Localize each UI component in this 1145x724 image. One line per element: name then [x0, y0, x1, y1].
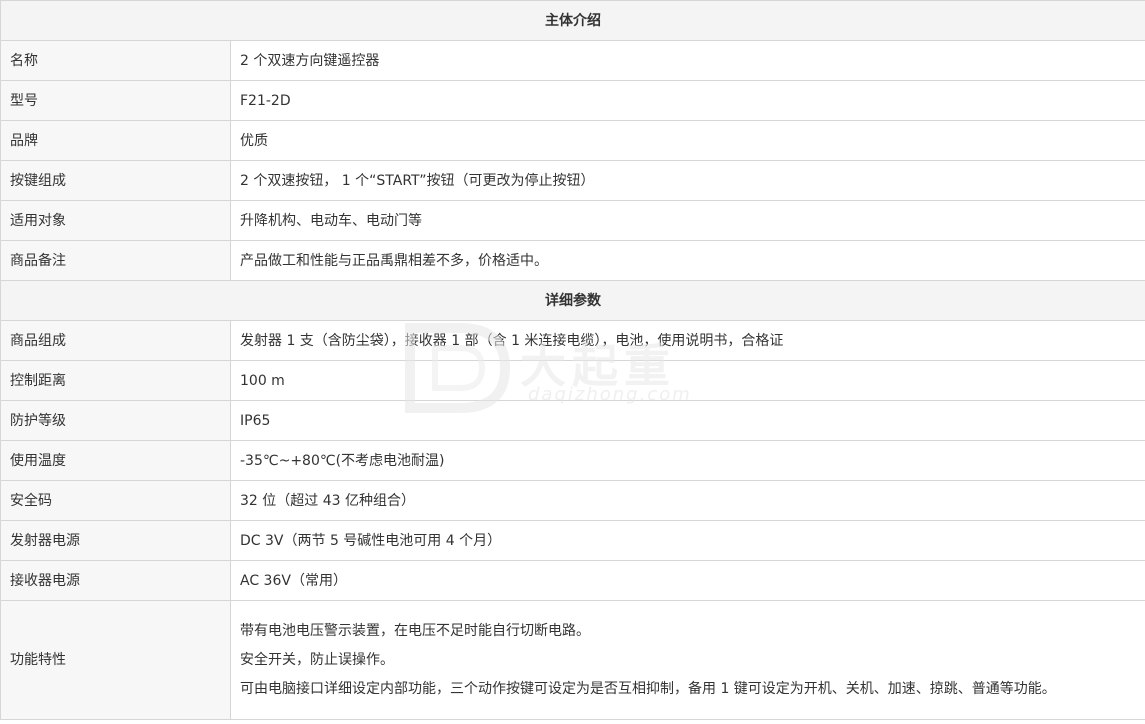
row-value-name: 2 个双速方向键遥控器: [230, 40, 1145, 81]
row-label-applicable: 适用对象: [0, 200, 231, 241]
feature-line: 带有电池电压警示装置，在电压不足时能自行切断电路。: [240, 623, 590, 639]
table-row: 发射器电源 DC 3V（两节 5 号碱性电池可用 4 个月）: [0, 520, 1145, 561]
table-row: 名称 2 个双速方向键遥控器: [0, 40, 1145, 81]
table-row-features: 功能特性 带有电池电压警示装置，在电压不足时能自行切断电路。 安全开关，防止误操…: [0, 600, 1145, 720]
table-row: 按键组成 2 个双速按钮， 1 个“START”按钮（可更改为停止按钮）: [0, 160, 1145, 201]
row-label-features: 功能特性: [0, 600, 231, 720]
row-label-brand: 品牌: [0, 120, 231, 161]
spec-table: 主体介绍 名称 2 个双速方向键遥控器 型号 F21-2D 品牌 优质 按键组成…: [0, 0, 1145, 720]
row-value-applicable: 升降机构、电动车、电动门等: [230, 200, 1145, 241]
row-label-transmitter-power: 发射器电源: [0, 520, 231, 561]
row-value-receiver-power: AC 36V（常用）: [230, 560, 1145, 601]
table-row: 安全码 32 位（超过 43 亿种组合）: [0, 480, 1145, 521]
row-value-protection: IP65: [230, 400, 1145, 441]
row-value-range: 100 m: [230, 360, 1145, 401]
row-label-buttons: 按键组成: [0, 160, 231, 201]
row-value-transmitter-power: DC 3V（两节 5 号碱性电池可用 4 个月）: [230, 520, 1145, 561]
table-row: 接收器电源 AC 36V（常用）: [0, 560, 1145, 601]
row-value-features: 带有电池电压警示装置，在电压不足时能自行切断电路。 安全开关，防止误操作。 可由…: [230, 600, 1145, 720]
row-label-temperature: 使用温度: [0, 440, 231, 481]
table-row: 品牌 优质: [0, 120, 1145, 161]
row-label-receiver-power: 接收器电源: [0, 560, 231, 601]
row-label-components: 商品组成: [0, 320, 231, 361]
section-header-params: 详细参数: [0, 280, 1145, 321]
table-row: 防护等级 IP65: [0, 400, 1145, 441]
section-title-params: 详细参数: [0, 280, 1145, 321]
feature-line: 可由电脑接口详细设定内部功能，三个动作按键可设定为是否互相抑制，备用 1 键可设…: [240, 681, 1056, 697]
row-value-security-code: 32 位（超过 43 亿种组合）: [230, 480, 1145, 521]
feature-line: 安全开关，防止误操作。: [240, 652, 394, 668]
section-header-intro: 主体介绍: [0, 0, 1145, 41]
row-value-model: F21-2D: [230, 80, 1145, 121]
table-row: 控制距离 100 m: [0, 360, 1145, 401]
table-row: 适用对象 升降机构、电动车、电动门等: [0, 200, 1145, 241]
row-value-temperature: -35℃~+80℃(不考虑电池耐温): [230, 440, 1145, 481]
row-label-security-code: 安全码: [0, 480, 231, 521]
table-row: 商品组成 发射器 1 支（含防尘袋），接收器 1 部（含 1 米连接电缆），电池…: [0, 320, 1145, 361]
row-label-name: 名称: [0, 40, 231, 81]
row-label-model: 型号: [0, 80, 231, 121]
row-value-buttons: 2 个双速按钮， 1 个“START”按钮（可更改为停止按钮）: [230, 160, 1145, 201]
row-label-range: 控制距离: [0, 360, 231, 401]
row-value-remarks: 产品做工和性能与正品禹鼎相差不多，价格适中。: [230, 240, 1145, 281]
section-title-intro: 主体介绍: [0, 0, 1145, 41]
table-row: 商品备注 产品做工和性能与正品禹鼎相差不多，价格适中。: [0, 240, 1145, 281]
table-row: 使用温度 -35℃~+80℃(不考虑电池耐温): [0, 440, 1145, 481]
row-label-protection: 防护等级: [0, 400, 231, 441]
row-label-remarks: 商品备注: [0, 240, 231, 281]
row-value-brand: 优质: [230, 120, 1145, 161]
row-value-components: 发射器 1 支（含防尘袋），接收器 1 部（含 1 米连接电缆），电池，使用说明…: [230, 320, 1145, 361]
table-row: 型号 F21-2D: [0, 80, 1145, 121]
